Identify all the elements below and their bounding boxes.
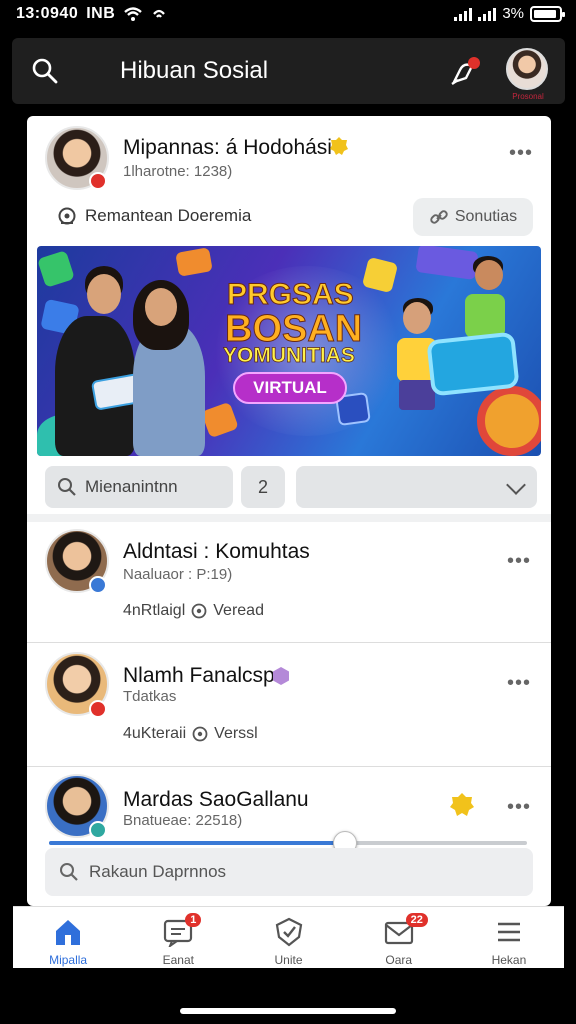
post-author-name[interactable]: Mipannas: á Hodohási xyxy=(123,136,332,160)
profile-avatar[interactable] xyxy=(506,48,548,90)
person-figure xyxy=(465,294,505,338)
share-button[interactable]: Sonutias xyxy=(413,198,533,236)
divider xyxy=(27,642,551,643)
banner-title-line1: PRGSAS xyxy=(227,278,355,312)
nav-chat[interactable]: 1 Eanat xyxy=(123,907,233,968)
meta-right: Verssl xyxy=(214,725,258,742)
meta-left: 4nRtlaigl xyxy=(123,602,186,619)
post-search-label: Mienanintnn xyxy=(85,477,178,496)
tablet-icon xyxy=(426,331,520,397)
search-icon xyxy=(58,478,76,496)
view-icon xyxy=(191,603,207,619)
banner-pill: VIRTUAL xyxy=(233,372,347,404)
nav-label: Hekan xyxy=(491,953,527,967)
feed-item-name[interactable]: Aldntasi : Komuhtas xyxy=(123,540,310,564)
meta-right: Veread xyxy=(213,602,264,619)
profile-label: Prosonal xyxy=(512,92,544,101)
nav-shield[interactable]: Unite xyxy=(233,907,343,968)
link-icon xyxy=(430,210,448,224)
badge-purple-icon xyxy=(273,667,289,685)
status-left: 13:0940 INB xyxy=(16,5,167,23)
bottom-search-placeholder: Rakaun Daprnnos xyxy=(89,862,227,881)
signal-icon xyxy=(454,7,473,21)
mail-badge: 22 xyxy=(405,913,428,927)
top-app-bar: Hibuan Sosial Prosonal xyxy=(12,38,565,104)
face-shape xyxy=(87,274,121,314)
more-options-icon[interactable]: ••• xyxy=(507,672,531,695)
face-shape xyxy=(145,288,177,326)
view-icon xyxy=(192,726,208,742)
feed-item-subtitle: Tdatkas xyxy=(123,688,177,705)
home-indicator[interactable] xyxy=(180,1008,396,1014)
shield-check-icon xyxy=(275,917,302,947)
badge-icon xyxy=(89,700,107,718)
badge-icon xyxy=(89,172,107,190)
tile-icon xyxy=(175,247,213,277)
app-title: Hibuan Sosial xyxy=(120,57,269,84)
reminder-row[interactable]: Remantean Doeremia xyxy=(57,206,251,226)
nav-mail[interactable]: 22 Oara xyxy=(344,907,454,968)
bottom-nav: Mipalla 1 Eanat Unite 22 Oara Hekan xyxy=(13,906,564,968)
banner-title-line3: YOMUNITIAS xyxy=(223,344,356,368)
progress-slider[interactable] xyxy=(49,831,527,855)
feed-item-subtitle: Bnatueae: 22518) xyxy=(123,812,243,829)
nav-home[interactable]: Mipalla xyxy=(13,907,123,968)
feed-item-subtitle: Naaluaor : P:19) xyxy=(123,566,233,583)
face-shape xyxy=(475,260,503,290)
location-icon xyxy=(153,9,166,18)
tile-icon xyxy=(415,246,479,281)
tile-icon xyxy=(37,250,75,288)
search-icon xyxy=(60,863,78,881)
feed-item-meta: 4uKteraii Verssl xyxy=(123,725,258,743)
home-icon xyxy=(56,920,81,945)
section-divider xyxy=(27,514,551,522)
menu-icon xyxy=(497,922,520,942)
feed-item-name[interactable]: Nlamh Fanalcsp xyxy=(123,664,275,688)
nav-menu[interactable]: Hekan xyxy=(454,907,564,968)
post-search-button[interactable]: Mienanintnn xyxy=(45,466,233,508)
reminder-icon xyxy=(58,207,76,225)
post-banner-image[interactable]: PRGSAS BOSAN YOMUNITIAS VIRTUAL xyxy=(37,246,541,456)
feed-card: Mipannas: á Hodohási 1lharotne: 1238) ••… xyxy=(27,116,551,906)
dropdown-select[interactable] xyxy=(296,466,537,508)
status-time: 13:0940 xyxy=(16,5,79,22)
nav-label: Oara xyxy=(385,953,413,967)
feed-item-meta: 4nRtlaigl Veread xyxy=(123,602,264,620)
battery-percent: 3% xyxy=(502,5,524,22)
battery-icon xyxy=(530,5,565,22)
share-label: Sonutias xyxy=(454,208,518,225)
status-bar: 13:0940 INB 3% xyxy=(0,0,576,30)
divider xyxy=(27,766,551,767)
notification-icon[interactable] xyxy=(446,54,482,90)
nav-label: Eanat xyxy=(162,953,194,967)
search-icon[interactable] xyxy=(30,56,60,86)
feed-item-name[interactable]: Mardas SaoGallanu xyxy=(123,788,309,812)
meta-left: 4uKteraii xyxy=(123,725,187,742)
wifi-icon xyxy=(124,7,143,21)
status-carrier: INB xyxy=(86,5,116,22)
badge-icon xyxy=(89,821,107,839)
nav-label: Unite xyxy=(274,953,303,967)
star-badge-icon xyxy=(450,793,474,816)
more-options-icon[interactable]: ••• xyxy=(509,142,533,165)
nav-label: Mipalla xyxy=(49,953,88,967)
bottom-search-field[interactable]: Rakaun Daprnnos xyxy=(45,848,533,896)
chevron-down-icon xyxy=(506,475,526,495)
post-toolbar: Mienanintnn 2 xyxy=(45,466,537,508)
signal-2-icon xyxy=(478,7,497,21)
person-figure xyxy=(399,380,435,410)
more-options-icon[interactable]: ••• xyxy=(507,550,531,573)
verified-badge-icon xyxy=(89,576,107,594)
slider-fill xyxy=(49,841,346,845)
face-shape xyxy=(403,302,431,334)
verified-badge-icon xyxy=(330,137,348,155)
more-options-icon[interactable]: ••• xyxy=(507,796,531,819)
chat-badge: 1 xyxy=(185,913,202,927)
status-right: 3% xyxy=(454,5,565,22)
post-subtitle: 1lharotne: 1238) xyxy=(123,163,233,180)
count-button[interactable]: 2 xyxy=(241,466,285,508)
reminder-label: Remantean Doeremia xyxy=(85,206,252,225)
emblem-icon xyxy=(477,386,541,456)
